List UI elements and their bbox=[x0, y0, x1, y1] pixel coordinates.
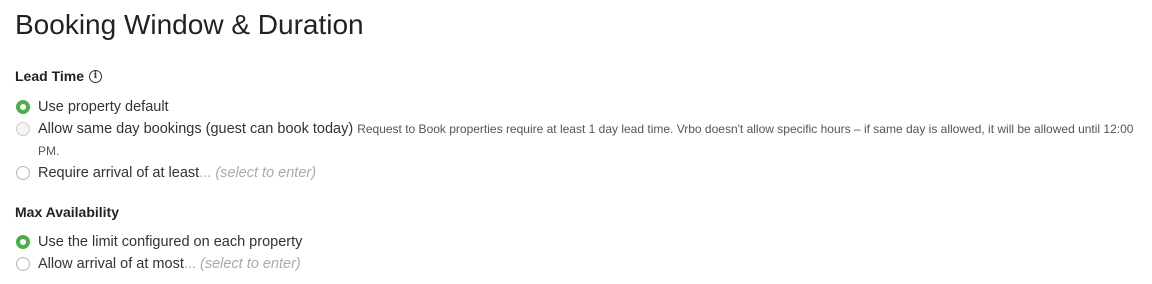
info-circle-icon[interactable]: i bbox=[89, 69, 102, 83]
lead-time-option-require-arrival[interactable]: Require arrival of at least... (select t… bbox=[16, 162, 1142, 184]
require-arrival-ellipsis: ... bbox=[199, 165, 212, 181]
require-arrival-hint: (select to enter) bbox=[215, 165, 317, 181]
allow-arrival-label: Allow arrival of at most bbox=[38, 256, 184, 272]
lead-time-option-default[interactable]: Use property default bbox=[16, 96, 1142, 118]
max-availability-option-limit-label: Use the limit configured on each propert… bbox=[38, 234, 303, 250]
lead-time-heading: Lead Time i bbox=[15, 68, 102, 84]
page-title: Booking Window & Duration bbox=[15, 9, 364, 40]
radio-require-arrival[interactable] bbox=[16, 166, 30, 180]
max-availability-option-at-most[interactable]: Allow arrival of at most... (select to e… bbox=[16, 253, 1142, 275]
lead-time-option-same-day[interactable]: Allow same day bookings (guest can book … bbox=[16, 118, 1142, 162]
lead-time-option-default-label: Use property default bbox=[38, 99, 169, 115]
lead-time-label: Lead Time bbox=[15, 68, 84, 84]
max-availability-option-limit[interactable]: Use the limit configured on each propert… bbox=[16, 231, 1142, 253]
radio-use-property-default[interactable] bbox=[16, 100, 30, 114]
max-availability-option-at-most-text: Allow arrival of at most... (select to e… bbox=[38, 253, 1142, 275]
radio-allow-same-day[interactable] bbox=[16, 122, 30, 136]
require-arrival-label: Require arrival of at least bbox=[38, 165, 200, 181]
max-availability-label: Max Availability bbox=[15, 204, 120, 220]
radio-use-limit[interactable] bbox=[16, 235, 30, 249]
allow-arrival-ellipsis: ... bbox=[183, 256, 196, 272]
radio-allow-arrival-at-most[interactable] bbox=[16, 257, 30, 271]
allow-arrival-hint: (select to enter) bbox=[199, 256, 301, 272]
lead-time-option-same-day-text: Allow same day bookings (guest can book … bbox=[38, 118, 1142, 162]
max-availability-heading: Max Availability bbox=[15, 204, 119, 220]
lead-time-option-require-arrival-text: Require arrival of at least... (select t… bbox=[38, 162, 1142, 184]
lead-time-option-same-day-label: Allow same day bookings (guest can book … bbox=[38, 121, 354, 137]
